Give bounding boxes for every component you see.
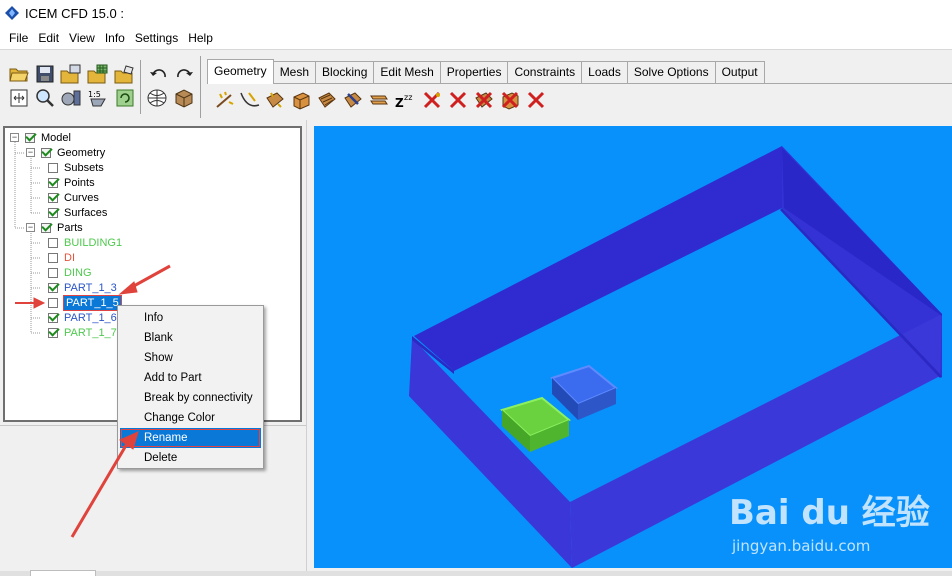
create-point-icon[interactable] — [213, 88, 236, 111]
ctx-change-color[interactable]: Change Color — [120, 408, 261, 428]
delete-any-entity-icon[interactable] — [524, 88, 547, 111]
open-geometry-icon[interactable] — [59, 62, 82, 85]
save-icon[interactable] — [33, 62, 56, 85]
refresh-icon[interactable] — [113, 86, 136, 109]
restore-entities-icon[interactable]: Zzz — [393, 88, 416, 111]
delete-surface-icon[interactable] — [472, 88, 495, 111]
menu-view[interactable]: View — [64, 31, 100, 45]
part-checkbox[interactable] — [48, 237, 58, 248]
context-menu: Info Blank Show Add to Part Break by con… — [117, 305, 264, 469]
menu-file[interactable]: File — [0, 31, 33, 45]
ctx-delete[interactable]: Delete — [120, 448, 261, 468]
menu-bar: File Edit View Info Settings Help — [0, 26, 952, 50]
svg-text:1:5: 1:5 — [88, 90, 101, 99]
tree-part-part-1-6[interactable]: PART_1_6 — [48, 310, 117, 325]
graphics-viewport[interactable]: Bai du 经验 jingyan.baidu.com — [314, 126, 952, 568]
surfaces-checkbox[interactable] — [48, 207, 58, 218]
tree-node-parts[interactable]: − Parts — [26, 220, 83, 235]
parts-checkbox[interactable] — [41, 222, 51, 233]
delete-body-icon[interactable] — [498, 88, 521, 111]
subsets-checkbox[interactable] — [48, 162, 58, 173]
open-blocking-icon[interactable] — [113, 62, 136, 85]
redo-icon[interactable] — [172, 62, 195, 85]
open-mesh-icon[interactable] — [86, 62, 109, 85]
tree-part-part-1-3[interactable]: PART_1_3 — [48, 280, 117, 295]
zoom-icon[interactable] — [33, 86, 56, 109]
tree-node-points[interactable]: Points — [48, 175, 95, 190]
svg-text:Z: Z — [395, 96, 404, 110]
part-checkbox[interactable] — [48, 327, 58, 338]
part-checkbox[interactable] — [48, 312, 58, 323]
ctx-show[interactable]: Show — [120, 348, 261, 368]
model-3d-scene — [314, 126, 952, 568]
curves-checkbox[interactable] — [48, 192, 58, 203]
tab-loads[interactable]: Loads — [581, 61, 628, 84]
tab-blocking[interactable]: Blocking — [315, 61, 375, 84]
tree-part-ding[interactable]: DING — [48, 265, 92, 280]
tab-geometry[interactable]: Geometry — [207, 59, 274, 84]
display-tree-icon[interactable]: 1:5 — [86, 86, 109, 109]
menu-settings[interactable]: Settings — [130, 31, 183, 45]
geometry-checkbox[interactable] — [41, 147, 51, 158]
measure-icon[interactable] — [59, 86, 82, 109]
wireframe-icon[interactable] — [145, 86, 168, 109]
tree-part-part-1-5[interactable]: PART_1_5 — [48, 294, 122, 311]
create-surface-icon[interactable] — [263, 88, 286, 111]
collapse-icon[interactable]: − — [26, 223, 35, 232]
tree-node-curves[interactable]: Curves — [48, 190, 99, 205]
tab-solve-options[interactable]: Solve Options — [626, 61, 716, 84]
menu-edit[interactable]: Edit — [33, 31, 64, 45]
collapse-icon[interactable]: − — [26, 148, 35, 157]
ctx-rename[interactable]: Rename — [120, 428, 261, 448]
tab-strip: Geometry Mesh Blocking Edit Mesh Propert… — [207, 59, 765, 84]
part-checkbox[interactable] — [48, 282, 58, 293]
part-checkbox[interactable] — [48, 297, 58, 308]
svg-text:zz: zz — [404, 93, 412, 102]
repair-geometry-icon[interactable] — [341, 88, 364, 111]
window-title: ICEM CFD 15.0 : — [25, 5, 124, 21]
tree-part-part-1-7[interactable]: PART_1_7 — [48, 325, 117, 340]
ctx-info[interactable]: Info — [120, 308, 261, 328]
tree-part-building1[interactable]: BUILDING1 — [48, 235, 122, 250]
part-checkbox[interactable] — [48, 252, 58, 263]
undo-icon[interactable] — [147, 62, 170, 85]
tab-divider — [207, 83, 952, 84]
solid-icon[interactable] — [171, 86, 194, 109]
tab-edit-mesh[interactable]: Edit Mesh — [373, 61, 441, 84]
status-bar — [0, 571, 952, 576]
fit-window-icon[interactable] — [7, 86, 30, 109]
tree-node-subsets[interactable]: Subsets — [48, 160, 104, 175]
ansys-logo-icon — [5, 6, 19, 20]
ctx-blank[interactable]: Blank — [120, 328, 261, 348]
faceted-icon[interactable] — [315, 88, 338, 111]
delete-point-icon[interactable] — [420, 88, 443, 111]
part-checkbox[interactable] — [48, 267, 58, 278]
bottom-tab[interactable] — [30, 570, 96, 576]
ctx-add-to-part[interactable]: Add to Part — [120, 368, 261, 388]
open-folder-icon[interactable] — [7, 62, 30, 85]
create-body-icon[interactable] — [289, 88, 312, 111]
model-checkbox[interactable] — [25, 132, 35, 143]
tab-mesh[interactable]: Mesh — [272, 61, 317, 84]
points-checkbox[interactable] — [48, 177, 58, 188]
tab-constraints[interactable]: Constraints — [507, 61, 583, 84]
transform-geometry-icon[interactable] — [367, 88, 390, 111]
delete-curve-icon[interactable] — [446, 88, 469, 111]
ctx-break-by-connectivity[interactable]: Break by connectivity — [120, 388, 261, 408]
tree-part-di[interactable]: DI — [48, 250, 75, 265]
title-bar: ICEM CFD 15.0 : — [0, 0, 952, 26]
tree-node-model[interactable]: − Model — [10, 130, 71, 145]
tree-node-surfaces[interactable]: Surfaces — [48, 205, 107, 220]
collapse-icon[interactable]: − — [10, 133, 19, 142]
tab-output[interactable]: Output — [714, 61, 765, 84]
panel-splitter[interactable] — [306, 120, 314, 572]
create-curve-icon[interactable] — [238, 88, 261, 111]
tab-properties[interactable]: Properties — [439, 61, 509, 84]
menu-help[interactable]: Help — [183, 31, 218, 45]
menu-info[interactable]: Info — [100, 31, 130, 45]
tree-node-geometry[interactable]: − Geometry — [26, 145, 105, 160]
